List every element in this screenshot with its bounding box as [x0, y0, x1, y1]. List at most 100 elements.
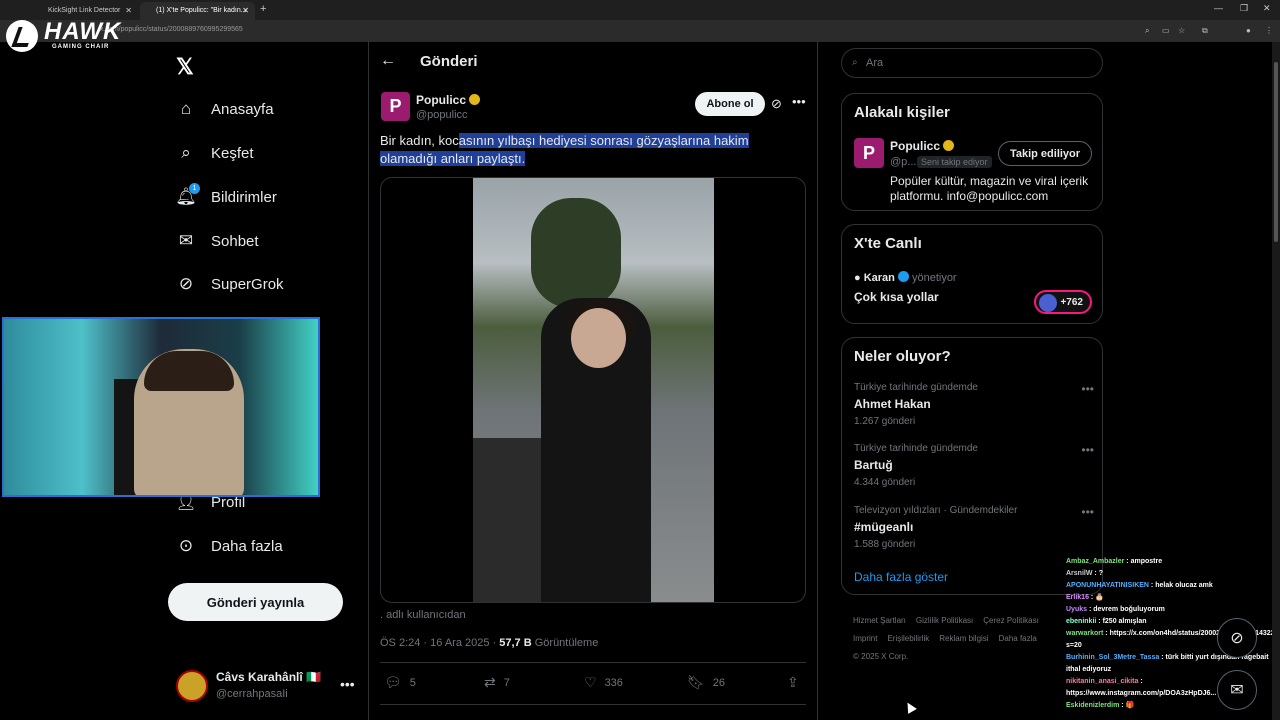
footer-link[interactable]: Daha fazla: [999, 634, 1037, 643]
browser-tab-strip: KickSight Link Detector ✕ (1) X'te Populi…: [0, 0, 1280, 20]
footer-link[interactable]: Reklam bilgisi: [939, 634, 988, 643]
page-scrollbar[interactable]: [1272, 42, 1280, 720]
trend-item[interactable]: Televizyon yıldızları · Gündemdekiler #m…: [854, 505, 1094, 550]
post-time[interactable]: ÖS 2:24 · 16 Ara 2025 ·: [380, 637, 499, 649]
close-tab-icon[interactable]: ✕: [125, 6, 132, 15]
view-label: Görüntüleme: [531, 637, 599, 649]
nav-label: Bildirimler: [211, 188, 277, 206]
minimize-icon[interactable]: —: [1214, 3, 1223, 13]
footer-link[interactable]: Hizmet Şartları: [853, 616, 906, 625]
account-handle: @cerrahpasaIi: [216, 688, 288, 700]
more-horizontal-icon[interactable]: •••: [340, 676, 355, 692]
live-title[interactable]: Çok kısa yollar: [854, 290, 939, 304]
nav-item-home[interactable]: ⌂ Anasayfa: [176, 97, 274, 121]
trend-item[interactable]: Türkiye tarihinde gündemde Ahmet Hakan 1…: [854, 382, 1094, 427]
chat-username: warwarkort: [1066, 630, 1104, 637]
show-more-link[interactable]: Daha fazla göster: [854, 570, 948, 584]
relevant-people-panel: Alakalı kişiler P Populicc @p... Seni ta…: [841, 93, 1103, 211]
chat-username: Burhinin_Sol_3Metre_Tassa: [1066, 654, 1160, 661]
close-tab-icon[interactable]: ✕: [242, 6, 249, 15]
reply-count: 5: [409, 676, 416, 689]
relevant-avatar[interactable]: P: [854, 138, 884, 168]
browser-tab-active[interactable]: (1) X'te Populicc: "Bir kadın... ✕: [140, 2, 255, 20]
more-horizontal-icon[interactable]: •••: [1081, 505, 1094, 519]
chat-text: f250 almışlan: [1102, 618, 1147, 625]
listener-count: +762: [1060, 296, 1083, 308]
more-horizontal-icon[interactable]: •••: [1081, 382, 1094, 396]
zoom-icon[interactable]: ⌕: [1145, 26, 1149, 36]
like-button[interactable]: ♡ 336: [584, 674, 623, 691]
chat-text: 🎂: [1095, 594, 1104, 601]
repost-icon: ⇄: [484, 674, 496, 690]
bell-icon: 🔔︎ 1: [175, 183, 200, 207]
nav-item-messages[interactable]: ✉ Sohbet: [176, 229, 259, 253]
divider: [380, 662, 806, 663]
footer-link[interactable]: Çerez Politikası: [983, 616, 1039, 625]
brand-sub: GAMING CHAIR: [52, 44, 110, 50]
url-text[interactable]: x.com/populicc/status/200088976099529956…: [100, 26, 243, 33]
nav-label: Sohbet: [211, 232, 259, 250]
nav-label: Anasayfa: [211, 100, 274, 118]
grok-icon[interactable]: ⊘: [771, 96, 782, 112]
following-button[interactable]: Takip ediliyor: [998, 141, 1092, 166]
close-window-icon[interactable]: ✕: [1263, 3, 1271, 14]
chat-username: ebeninkii: [1066, 618, 1097, 625]
trend-item[interactable]: Türkiye tarihinde gündemde Bartuğ 4.344 …: [854, 443, 1094, 488]
post-text: Bir kadın, kocasının yılbaşı hediyesi so…: [380, 132, 790, 168]
repost-button[interactable]: ⇄ 7: [484, 674, 510, 691]
nav-item-explore[interactable]: ⌕ Keşfet: [176, 141, 253, 165]
panel-title: X'te Canlı: [854, 235, 922, 252]
nav-item-more[interactable]: ⊙ Daha fazla: [176, 534, 283, 558]
subscribe-button[interactable]: Abone ol: [695, 92, 765, 116]
cast-icon[interactable]: ▭: [1162, 26, 1170, 35]
author-name[interactable]: Populicc: [416, 93, 481, 107]
verified-badge-icon: [897, 271, 909, 282]
address-bar[interactable]: x.com/populicc/status/200088976099529956…: [0, 20, 1280, 42]
back-arrow-icon[interactable]: ←: [380, 52, 396, 70]
media-caption: . adlı kullanıcıdan: [380, 609, 466, 621]
more-horizontal-icon[interactable]: •••: [1081, 443, 1094, 457]
account-switcher[interactable]: Câvs Karahânlî 🇮🇹 @cerrahpasaIi •••: [176, 668, 366, 704]
more-horizontal-icon[interactable]: •••: [792, 94, 806, 109]
live-listeners-badge[interactable]: +762: [1034, 290, 1092, 314]
chat-text: helak olucaz amk: [1155, 582, 1213, 589]
menu-icon[interactable]: ⋮: [1265, 26, 1273, 35]
trend-count: 1.588 gönderi: [854, 539, 916, 550]
author-name-text: Populicc: [416, 93, 467, 107]
post-button[interactable]: Gönderi yayınla: [168, 583, 343, 621]
tab-title: KickSight Link Detector: [48, 7, 121, 14]
post-video[interactable]: [380, 177, 806, 603]
x-logo-icon[interactable]: 𝕏: [176, 54, 194, 80]
share-button[interactable]: ⇪: [787, 674, 807, 691]
divider: [380, 704, 806, 705]
reply-button[interactable]: 💬︎ 5: [384, 674, 416, 691]
live-panel: X'te Canlı ● Karan yönetiyor Çok kısa yo…: [841, 224, 1103, 324]
nav-label: SuperGrok: [211, 275, 284, 293]
panel-title: Neler oluyor?: [854, 348, 951, 365]
footer-link[interactable]: Gizlilik Politikası: [916, 616, 973, 625]
chat-message: Erlik16 : 🎂: [1066, 592, 1280, 604]
relevant-name[interactable]: Populicc: [890, 139, 955, 153]
maximize-icon[interactable]: ❐: [1240, 3, 1248, 14]
footer-link[interactable]: Imprint: [853, 634, 877, 643]
bookmark-button[interactable]: 🔖︎ 26: [687, 674, 725, 691]
profile-icon[interactable]: ●: [1246, 26, 1251, 35]
footer-link[interactable]: Erişilebilirlik: [887, 634, 929, 643]
extensions-icon[interactable]: ⧉: [1202, 26, 1208, 36]
scrollbar-thumb[interactable]: [1274, 62, 1278, 242]
trend-topic: #mügeanlı: [854, 520, 914, 534]
messages-floating-icon[interactable]: ✉: [1217, 670, 1257, 710]
bookmark-star-icon[interactable]: ☆: [1178, 26, 1185, 35]
post-actions: 💬︎ 5 ⇄ 7 ♡ 336 🔖︎ 26 ⇪: [384, 674, 804, 694]
new-tab-icon[interactable]: +: [260, 3, 266, 15]
live-host[interactable]: ● Karan yönetiyor: [854, 271, 957, 284]
author-handle[interactable]: @populicc: [416, 109, 468, 121]
relevant-name-text: Populicc: [890, 139, 941, 153]
streamer-hair: [144, 351, 234, 391]
nav-item-supergrok[interactable]: ⊘ SuperGrok: [176, 272, 284, 296]
verified-badge-icon: [943, 140, 955, 151]
grok-floating-icon[interactable]: ⊘: [1217, 618, 1257, 658]
nav-item-notifications[interactable]: 🔔︎ 1 Bildirimler: [175, 183, 277, 209]
search-input[interactable]: ⌕ Ara: [841, 48, 1103, 78]
author-avatar[interactable]: P: [381, 92, 410, 121]
